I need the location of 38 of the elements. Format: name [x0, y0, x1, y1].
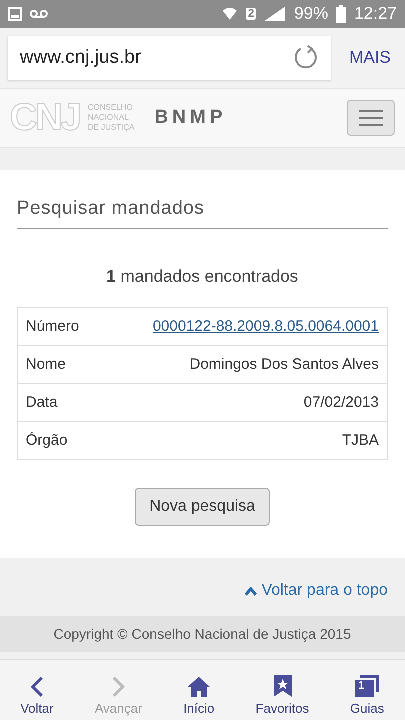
- tab-count: 1: [358, 680, 364, 692]
- nav-item[interactable]: 1 Guias: [346, 674, 388, 716]
- signal-icon: [264, 6, 286, 22]
- clock: 12:27: [354, 4, 397, 24]
- result-count: 1 mandados encontrados: [106, 267, 300, 287]
- reload-icon[interactable]: [293, 45, 320, 71]
- copyright: Copyright © Conselho Nacional de Justiça 2015: [0, 616, 405, 652]
- address-field[interactable]: www.cnj.jus.br: [8, 36, 332, 80]
- nav-item[interactable]: Voltar: [16, 676, 58, 716]
- nav-item[interactable]: Início: [180, 676, 219, 716]
- voicemail-icon: [30, 9, 48, 19]
- field-label: Nome: [26, 356, 66, 373]
- menu-button[interactable]: [347, 100, 395, 136]
- warrant-link[interactable]: 0000122-88.2009.8.05.0064.0001: [152, 318, 379, 335]
- bookmark-star-icon: [272, 674, 293, 698]
- field-label: Data: [26, 394, 58, 411]
- sim-indicator: 2: [246, 8, 256, 20]
- field-value: TJBA: [342, 432, 379, 449]
- wifi-icon: [222, 6, 238, 22]
- caret-up-icon: [244, 586, 257, 596]
- org-name: CONSELHO NACIONAL DE JUSTIÇA: [88, 103, 135, 133]
- new-search-button[interactable]: Nova pesquisa: [134, 488, 270, 526]
- field-value: 07/02/2013: [304, 394, 379, 411]
- section-heading: Pesquisar mandados: [17, 198, 388, 229]
- home-icon: [187, 676, 212, 698]
- battery-icon: [336, 5, 346, 23]
- back-to-top-link[interactable]: Voltar para o topo: [244, 582, 388, 600]
- field-value: Domingos Dos Santos Alves: [190, 356, 379, 373]
- more-menu[interactable]: MAIS: [343, 48, 397, 68]
- notification-icon: [8, 7, 22, 21]
- field-label: Órgão: [26, 432, 68, 449]
- battery-percent: 99%: [294, 4, 328, 24]
- tabs-icon: [354, 674, 380, 698]
- forward-icon: [112, 676, 126, 698]
- site-title: BNMP: [154, 107, 227, 129]
- nav-item[interactable]: Favoritos: [252, 674, 314, 716]
- field-label: Número: [26, 318, 80, 335]
- back-icon: [30, 676, 44, 698]
